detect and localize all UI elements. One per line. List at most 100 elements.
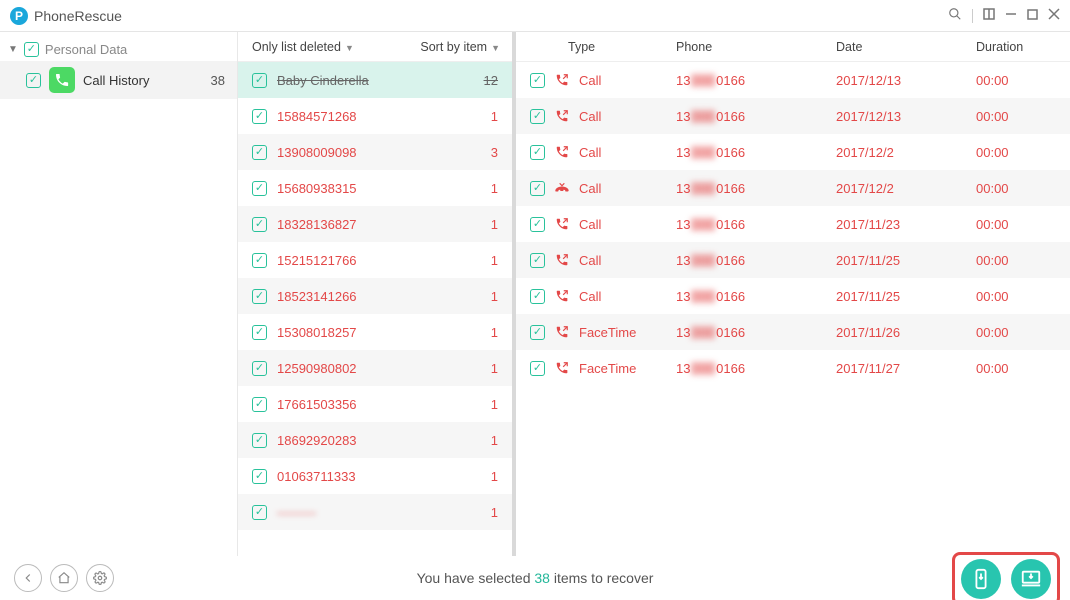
minimize-button[interactable] bbox=[1005, 8, 1017, 23]
checkbox[interactable] bbox=[252, 505, 267, 520]
recover-to-computer-button[interactable] bbox=[1011, 559, 1051, 599]
call-type-icon bbox=[555, 73, 569, 87]
checkbox[interactable] bbox=[252, 433, 267, 448]
checkbox[interactable] bbox=[252, 361, 267, 376]
call-row[interactable]: Call1300001662017/11/2500:00 bbox=[516, 278, 1070, 314]
contact-name: 15680938315 bbox=[277, 181, 481, 196]
checkbox[interactable] bbox=[530, 181, 545, 196]
call-type: Call bbox=[579, 253, 601, 268]
call-phone: 130000166 bbox=[676, 253, 836, 268]
contact-count: 3 bbox=[491, 145, 498, 160]
divider bbox=[972, 9, 973, 23]
recover-to-device-button[interactable] bbox=[961, 559, 1001, 599]
sort-dropdown[interactable]: Sort by item▼ bbox=[420, 40, 500, 54]
contact-count: 1 bbox=[491, 505, 498, 520]
checkbox[interactable] bbox=[530, 145, 545, 160]
call-duration: 00:00 bbox=[976, 289, 1070, 304]
call-row[interactable]: Call1300001662017/12/1300:00 bbox=[516, 98, 1070, 134]
contact-row[interactable]: 176615033561 bbox=[238, 386, 512, 422]
checkbox[interactable] bbox=[530, 325, 545, 340]
contact-name: 18523141266 bbox=[277, 289, 481, 304]
contact-name: Baby Cinderella bbox=[277, 73, 474, 88]
search-icon[interactable] bbox=[948, 7, 962, 24]
home-button[interactable] bbox=[50, 564, 78, 592]
call-date: 2017/11/27 bbox=[836, 361, 976, 376]
contact-row[interactable]: 15308018257 1 bbox=[238, 314, 512, 350]
contact-name: 18692920283 bbox=[277, 433, 481, 448]
contact-name: 13908009098 bbox=[277, 145, 481, 160]
call-type: Call bbox=[579, 181, 601, 196]
contact-row[interactable]: 156809383151 bbox=[238, 170, 512, 206]
tree-root-label: Personal Data bbox=[45, 42, 127, 57]
call-row[interactable]: FaceTime1300001662017/11/2700:00 bbox=[516, 350, 1070, 386]
contact-row[interactable]: 13908009098 3 bbox=[238, 134, 512, 170]
checkbox[interactable] bbox=[252, 469, 267, 484]
call-type-icon bbox=[555, 361, 569, 375]
sidebar-item-label: Call History bbox=[83, 73, 149, 88]
checkbox[interactable] bbox=[252, 397, 267, 412]
maximize-button[interactable] bbox=[1027, 8, 1038, 23]
call-row[interactable]: Call1300001662017/11/2500:00 bbox=[516, 242, 1070, 278]
call-type: Call bbox=[579, 289, 601, 304]
call-row[interactable]: Call1300001662017/12/200:00 bbox=[516, 134, 1070, 170]
checkbox[interactable] bbox=[530, 109, 545, 124]
call-phone: 130000166 bbox=[676, 181, 836, 196]
call-row[interactable]: FaceTime1300001662017/11/2600:00 bbox=[516, 314, 1070, 350]
call-duration: 00:00 bbox=[976, 73, 1070, 88]
call-type: Call bbox=[579, 217, 601, 232]
contact-row[interactable]: 125909808021 bbox=[238, 350, 512, 386]
call-type-icon bbox=[555, 145, 569, 159]
contact-row[interactable]: Baby Cinderella12 bbox=[238, 62, 512, 98]
contact-row[interactable]: ———1 bbox=[238, 494, 512, 530]
contact-name: 15884571268 bbox=[277, 109, 481, 124]
checkbox[interactable] bbox=[530, 253, 545, 268]
call-duration: 00:00 bbox=[976, 181, 1070, 196]
checkbox[interactable] bbox=[530, 217, 545, 232]
call-date: 2017/11/25 bbox=[836, 289, 976, 304]
checkbox[interactable] bbox=[26, 73, 41, 88]
titlebar: P PhoneRescue bbox=[0, 0, 1070, 32]
sidebar-item-call-history[interactable]: Call History 38 bbox=[0, 61, 237, 99]
call-row[interactable]: Call1300001662017/11/2300:00 bbox=[516, 206, 1070, 242]
back-button[interactable] bbox=[14, 564, 42, 592]
call-duration: 00:00 bbox=[976, 145, 1070, 160]
call-date: 2017/12/13 bbox=[836, 109, 976, 124]
call-duration: 00:00 bbox=[976, 325, 1070, 340]
contact-row[interactable]: 183281368271 bbox=[238, 206, 512, 242]
checkbox[interactable] bbox=[252, 109, 267, 124]
tree-root-personal-data[interactable]: ▼ Personal Data bbox=[0, 38, 237, 61]
contact-row[interactable]: 158845712681 bbox=[238, 98, 512, 134]
checkbox[interactable] bbox=[24, 42, 39, 57]
call-type: Call bbox=[579, 109, 601, 124]
checkbox[interactable] bbox=[252, 325, 267, 340]
filter-dropdown[interactable]: Only list deleted▼ bbox=[252, 40, 354, 54]
settings-button[interactable] bbox=[86, 564, 114, 592]
call-type-icon bbox=[555, 289, 569, 303]
call-type: Call bbox=[579, 73, 601, 88]
call-duration: 00:00 bbox=[976, 253, 1070, 268]
contact-count: 1 bbox=[491, 325, 498, 340]
checkbox[interactable] bbox=[252, 217, 267, 232]
close-button[interactable] bbox=[1048, 8, 1060, 23]
contact-row[interactable]: 010637113331 bbox=[238, 458, 512, 494]
contact-row[interactable]: 185231412661 bbox=[238, 278, 512, 314]
contact-row[interactable]: 186929202831 bbox=[238, 422, 512, 458]
checkbox[interactable] bbox=[252, 73, 267, 88]
checkbox[interactable] bbox=[252, 181, 267, 196]
checkbox[interactable] bbox=[252, 289, 267, 304]
checkbox[interactable] bbox=[530, 289, 545, 304]
checkbox[interactable] bbox=[530, 361, 545, 376]
contact-name: 12590980802 bbox=[277, 361, 481, 376]
checkbox[interactable] bbox=[252, 253, 267, 268]
call-row[interactable]: Call1300001662017/12/1300:00 bbox=[516, 62, 1070, 98]
layout-icon[interactable] bbox=[983, 8, 995, 23]
call-type-icon bbox=[555, 181, 569, 195]
checkbox[interactable] bbox=[252, 145, 267, 160]
call-date: 2017/11/26 bbox=[836, 325, 976, 340]
recover-actions-highlight bbox=[952, 552, 1060, 600]
checkbox[interactable] bbox=[530, 73, 545, 88]
contact-name: 15308018257 bbox=[277, 325, 481, 340]
phone-icon bbox=[49, 67, 75, 93]
call-row[interactable]: Call1300001662017/12/200:00 bbox=[516, 170, 1070, 206]
contact-row[interactable]: 152151217661 bbox=[238, 242, 512, 278]
